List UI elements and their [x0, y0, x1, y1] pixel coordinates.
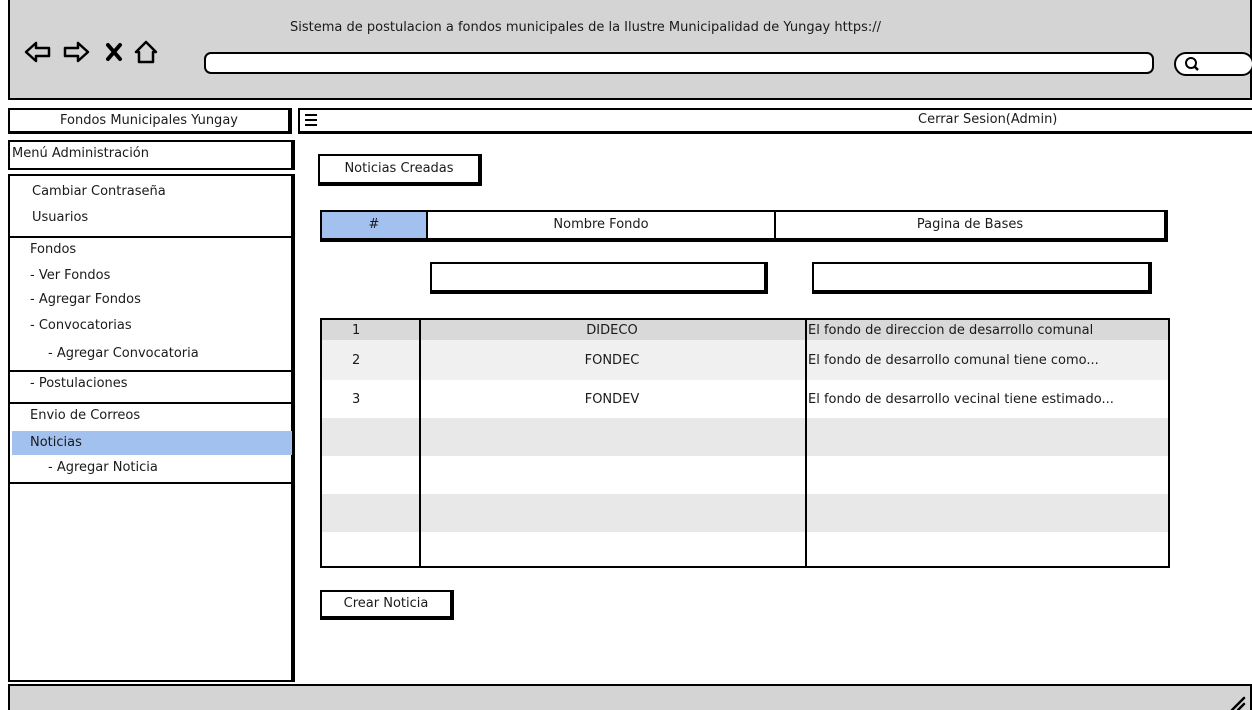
back-arrow-icon[interactable]	[24, 38, 52, 66]
sidebar-item-postulaciones[interactable]: - Postulaciones	[12, 374, 292, 394]
sidebar-item-fondos[interactable]: Fondos	[12, 240, 292, 260]
column-divider	[805, 320, 807, 566]
sidebar-divider	[10, 402, 294, 404]
table-header: # Nombre Fondo Pagina de Bases	[320, 210, 1168, 242]
url-bar-input[interactable]	[204, 52, 1154, 74]
sidebar-item-agregar-fondos[interactable]: - Agregar Fondos	[12, 290, 292, 310]
cell-number: 1	[352, 322, 361, 338]
sidebar-divider	[10, 236, 294, 238]
menu-heading: Menú Administración	[8, 140, 295, 170]
sidebar-item-noticias[interactable]: Noticias	[12, 431, 292, 455]
column-header-nombre-fondo[interactable]: Nombre Fondo	[428, 212, 776, 238]
sidebar-item-envio-correos[interactable]: Envio de Correos	[12, 406, 292, 426]
noticias-creadas-button[interactable]: Noticias Creadas	[318, 154, 482, 186]
logout-link[interactable]: Cerrar Sesion(Admin)	[918, 112, 1057, 127]
sidebar-item-agregar-noticia[interactable]: - Agregar Noticia	[12, 458, 292, 478]
cell-nombre-fondo: FONDEC	[584, 352, 640, 368]
forward-arrow-icon[interactable]	[62, 38, 90, 66]
crear-noticia-button[interactable]: Crear Noticia	[320, 590, 454, 620]
browser-window-chrome	[8, 0, 1252, 100]
cell-nombre-fondo: FONDEV	[584, 391, 640, 407]
sidebar-item-ver-fondos[interactable]: - Ver Fondos	[12, 266, 292, 286]
top-bar: Cerrar Sesion(Admin)	[298, 108, 1252, 134]
search-icon	[1185, 57, 1199, 71]
cell-pagina-bases: El fondo de desarrollo vecinal tiene est…	[808, 391, 1114, 407]
stop-icon[interactable]	[100, 38, 128, 66]
column-header-pagina-bases[interactable]: Pagina de Bases	[776, 212, 1164, 238]
table-row[interactable]: 1 DIDECO El fondo de direccion de desarr…	[322, 320, 1168, 340]
status-bar	[8, 684, 1252, 710]
sidebar-item-agregar-convocatoria[interactable]: - Agregar Convocatoria	[12, 344, 292, 364]
sidebar-divider	[10, 370, 294, 372]
sidebar-divider	[10, 482, 294, 484]
filter-pagina-bases-input[interactable]	[812, 262, 1152, 294]
cell-number: 2	[352, 352, 361, 368]
search-button[interactable]	[1174, 52, 1252, 76]
filter-nombre-fondo-input[interactable]	[430, 262, 768, 294]
table-row[interactable]: 2 FONDEC El fondo de desarrollo comunal …	[322, 340, 1168, 380]
cell-pagina-bases: El fondo de direccion de desarrollo comu…	[808, 322, 1094, 338]
cell-number: 3	[352, 391, 361, 407]
cell-nombre-fondo: DIDECO	[586, 322, 638, 338]
table-row-empty	[322, 456, 1168, 494]
noticias-table: 1 DIDECO El fondo de direccion de desarr…	[320, 318, 1170, 568]
resize-grip-icon[interactable]	[1226, 692, 1246, 710]
sidebar-item-usuarios[interactable]: Usuarios	[12, 208, 292, 228]
table-row[interactable]: 3 FONDEV El fondo de desarrollo vecinal …	[322, 380, 1168, 418]
column-divider	[419, 320, 421, 566]
sidebar-item-cambiar-contrasena[interactable]: Cambiar Contraseña	[12, 182, 292, 202]
home-icon[interactable]	[132, 38, 160, 66]
window-title: Sistema de postulacion a fondos municipa…	[290, 20, 881, 35]
cell-pagina-bases: El fondo de desarrollo comunal tiene com…	[808, 352, 1099, 368]
table-row-empty	[322, 418, 1168, 456]
table-row-empty	[322, 532, 1168, 566]
hamburger-menu-icon[interactable]	[304, 113, 318, 127]
table-row-empty	[322, 494, 1168, 532]
column-header-number[interactable]: #	[322, 212, 428, 238]
sidebar-item-convocatorias[interactable]: - Convocatorias	[12, 316, 292, 336]
sidebar-menu: Cambiar Contraseña Usuarios Fondos - Ver…	[8, 174, 295, 682]
app-title: Fondos Municipales Yungay	[8, 108, 292, 134]
